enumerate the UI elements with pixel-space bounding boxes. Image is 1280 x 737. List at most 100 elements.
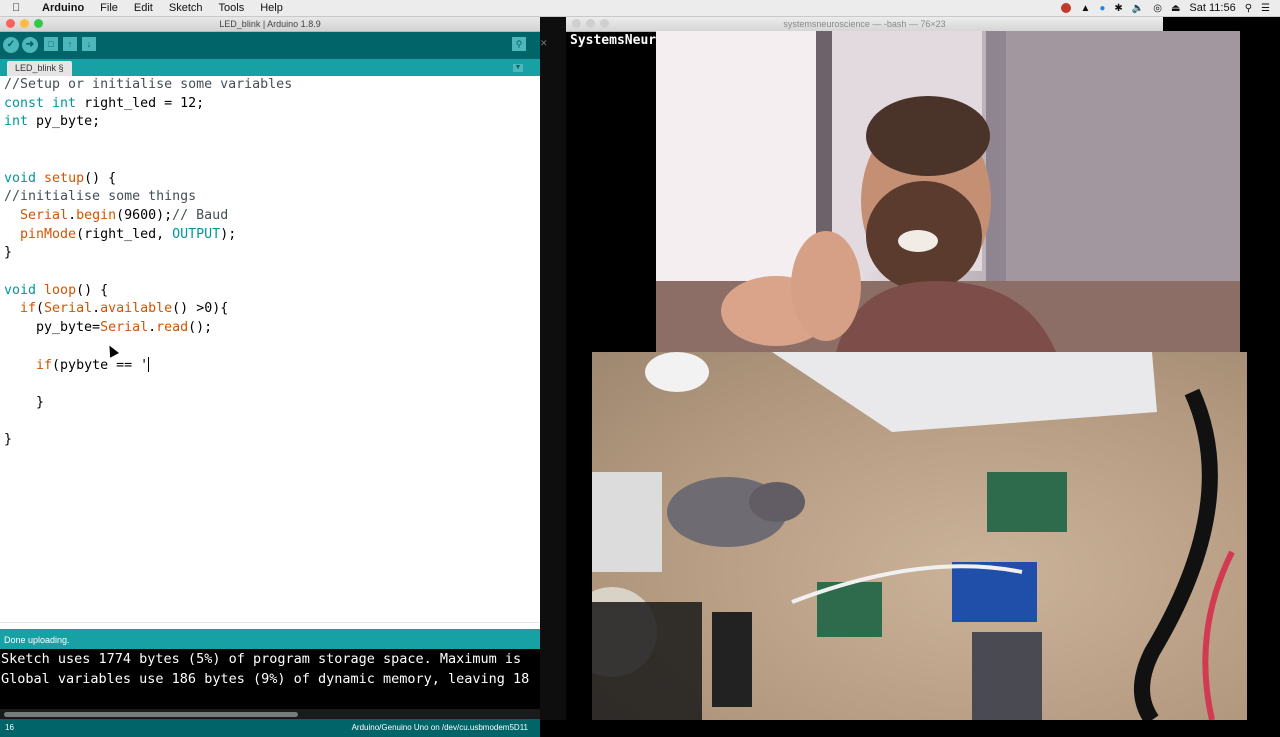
code-token: right_led = 12; bbox=[76, 95, 205, 111]
code-token: read bbox=[156, 320, 189, 336]
toolbar: ✓ ➜ □ ↑ ↓ ⚲ bbox=[0, 32, 540, 59]
code-token: OUTPUT bbox=[172, 226, 221, 242]
code-token: setup bbox=[44, 170, 85, 186]
code-line[interactable]: void loop() { bbox=[4, 282, 108, 300]
board-port-info: Arduino/Genuino Uno on /dev/cu.usbmodem5… bbox=[351, 723, 528, 732]
code-token: py_byte= bbox=[4, 320, 101, 336]
menu-tools[interactable]: Tools bbox=[211, 2, 253, 14]
code-token: . bbox=[148, 320, 157, 336]
zoom-button[interactable] bbox=[34, 19, 43, 28]
code-token: //initialise some things bbox=[4, 189, 197, 205]
code-line[interactable]: pinMode(right_led, OUTPUT); bbox=[4, 226, 236, 244]
code-token: (pybyte == ' bbox=[52, 357, 149, 373]
clock[interactable]: Sat 11:56 bbox=[1189, 2, 1235, 14]
code-token: . bbox=[92, 301, 101, 317]
webcam-feed-desk bbox=[592, 352, 1247, 720]
desktop-gap bbox=[540, 17, 566, 720]
terminal-output: SystemsNeuro bbox=[570, 33, 664, 48]
new-sketch-button[interactable]: □ bbox=[44, 37, 58, 51]
footer-bar: 16 Arduino/Genuino Uno on /dev/cu.usbmod… bbox=[0, 719, 540, 737]
sketch-tabs: LED_blink § ▼ bbox=[0, 59, 540, 77]
apple-icon[interactable]:  bbox=[12, 2, 26, 14]
close-button[interactable] bbox=[6, 19, 15, 28]
code-token: (9600); bbox=[116, 207, 173, 223]
eject-icon[interactable]: ⏏ bbox=[1171, 3, 1180, 14]
output-console: Sketch uses 1774 bytes (5%) of program s… bbox=[0, 649, 540, 709]
console-horizontal-scrollbar[interactable] bbox=[0, 709, 540, 719]
code-token: loop bbox=[44, 282, 77, 298]
scrollbar-thumb[interactable] bbox=[4, 712, 298, 717]
notification-center-icon[interactable]: ☰ bbox=[1261, 3, 1270, 14]
terminal-close-button[interactable] bbox=[572, 19, 581, 28]
spotlight-icon[interactable]: ⚲ bbox=[1245, 3, 1252, 14]
code-token: } bbox=[4, 245, 13, 261]
code-line[interactable]: } bbox=[4, 431, 12, 449]
code-token: void bbox=[4, 282, 37, 298]
menu-bar:  Arduino File Edit Sketch Tools Help ▲ … bbox=[0, 0, 1280, 17]
console-line: Sketch uses 1774 bytes (5%) of program s… bbox=[1, 651, 522, 667]
code-line[interactable]: py_byte=Serial.read(); bbox=[4, 319, 212, 337]
terminal-titlebar: systemsneuroscience — -bash — 76×23 bbox=[566, 17, 1163, 32]
code-token: . bbox=[68, 207, 77, 223]
bluetooth-icon[interactable]: ✱ bbox=[1114, 3, 1122, 14]
code-token: //Setup or initialise some variables bbox=[4, 77, 293, 92]
menu-file[interactable]: File bbox=[92, 2, 126, 14]
code-token: () >0){ bbox=[172, 301, 229, 317]
terminal-minimize-button[interactable] bbox=[586, 19, 595, 28]
code-token: Serial bbox=[100, 320, 149, 336]
tab-led-blink[interactable]: LED_blink § bbox=[7, 61, 72, 77]
minimize-button[interactable] bbox=[20, 19, 29, 28]
line-number: 16 bbox=[5, 723, 14, 732]
upload-icon[interactable]: ▲ bbox=[1080, 3, 1090, 14]
code-token: int bbox=[4, 114, 29, 130]
code-editor[interactable]: //Setup or initialise some variables cons… bbox=[0, 76, 540, 622]
verify-button[interactable]: ✓ bbox=[3, 37, 19, 53]
record-icon[interactable] bbox=[1061, 3, 1072, 13]
code-token: if bbox=[36, 357, 53, 373]
code-token: const int bbox=[4, 95, 77, 111]
code-line[interactable]: Serial.begin(9600);// Baud bbox=[4, 207, 228, 225]
code-token: begin bbox=[76, 207, 117, 223]
code-line[interactable]: } bbox=[4, 394, 44, 412]
code-token: } bbox=[4, 432, 13, 448]
volume-icon[interactable]: 🔈 bbox=[1132, 3, 1144, 14]
menu-help[interactable]: Help bbox=[252, 2, 291, 14]
window-titlebar: LED_blink | Arduino 1.8.9 bbox=[0, 17, 540, 32]
code-token: ); bbox=[220, 226, 237, 242]
code-token: () { bbox=[76, 282, 109, 298]
save-sketch-button[interactable]: ↓ bbox=[82, 37, 96, 51]
code-line[interactable]: if(pybyte == ' bbox=[4, 357, 150, 375]
code-token: available bbox=[100, 301, 173, 317]
arduino-ide-window: LED_blink | Arduino 1.8.9 ✓ ➜ □ ↑ ↓ ⚲ LE… bbox=[0, 17, 540, 737]
code-line[interactable]: //initialise some things bbox=[4, 188, 196, 206]
tab-menu-chevron-down-icon[interactable]: ▼ bbox=[513, 64, 523, 72]
code-line[interactable]: void setup() { bbox=[4, 170, 116, 188]
console-line: Global variables use 186 bytes (9%) of d… bbox=[1, 671, 530, 687]
wifi-icon[interactable]: ◎ bbox=[1153, 3, 1162, 14]
code-line[interactable]: //Setup or initialise some variables bbox=[4, 76, 292, 94]
serial-monitor-button[interactable]: ⚲ bbox=[512, 37, 526, 51]
menu-app-arduino[interactable]: Arduino bbox=[34, 2, 92, 14]
webcam-feed-presenter bbox=[656, 31, 1240, 352]
status-menus: ▲ ● ✱ 🔈 ◎ ⏏ Sat 11:56 ⚲ ☰ bbox=[1061, 0, 1270, 16]
text-cursor bbox=[148, 357, 150, 372]
code-line[interactable]: } bbox=[4, 244, 12, 262]
code-token: ( bbox=[36, 301, 45, 317]
code-line[interactable]: if(Serial.available() >0){ bbox=[4, 300, 228, 318]
menu-sketch[interactable]: Sketch bbox=[161, 2, 211, 14]
window-title: LED_blink | Arduino 1.8.9 bbox=[219, 19, 321, 29]
menu-edit[interactable]: Edit bbox=[126, 2, 161, 14]
code-line[interactable]: int py_byte; bbox=[4, 113, 100, 131]
code-token: () { bbox=[84, 170, 117, 186]
skype-icon[interactable]: ● bbox=[1099, 3, 1105, 14]
code-token: (right_led, bbox=[76, 226, 173, 242]
open-sketch-button[interactable]: ↑ bbox=[63, 37, 77, 51]
upload-button[interactable]: ➜ bbox=[22, 37, 38, 53]
terminal-zoom-button[interactable] bbox=[600, 19, 609, 28]
terminal-title: systemsneuroscience — -bash — 76×23 bbox=[783, 19, 946, 29]
code-line[interactable]: const int right_led = 12; bbox=[4, 95, 204, 113]
